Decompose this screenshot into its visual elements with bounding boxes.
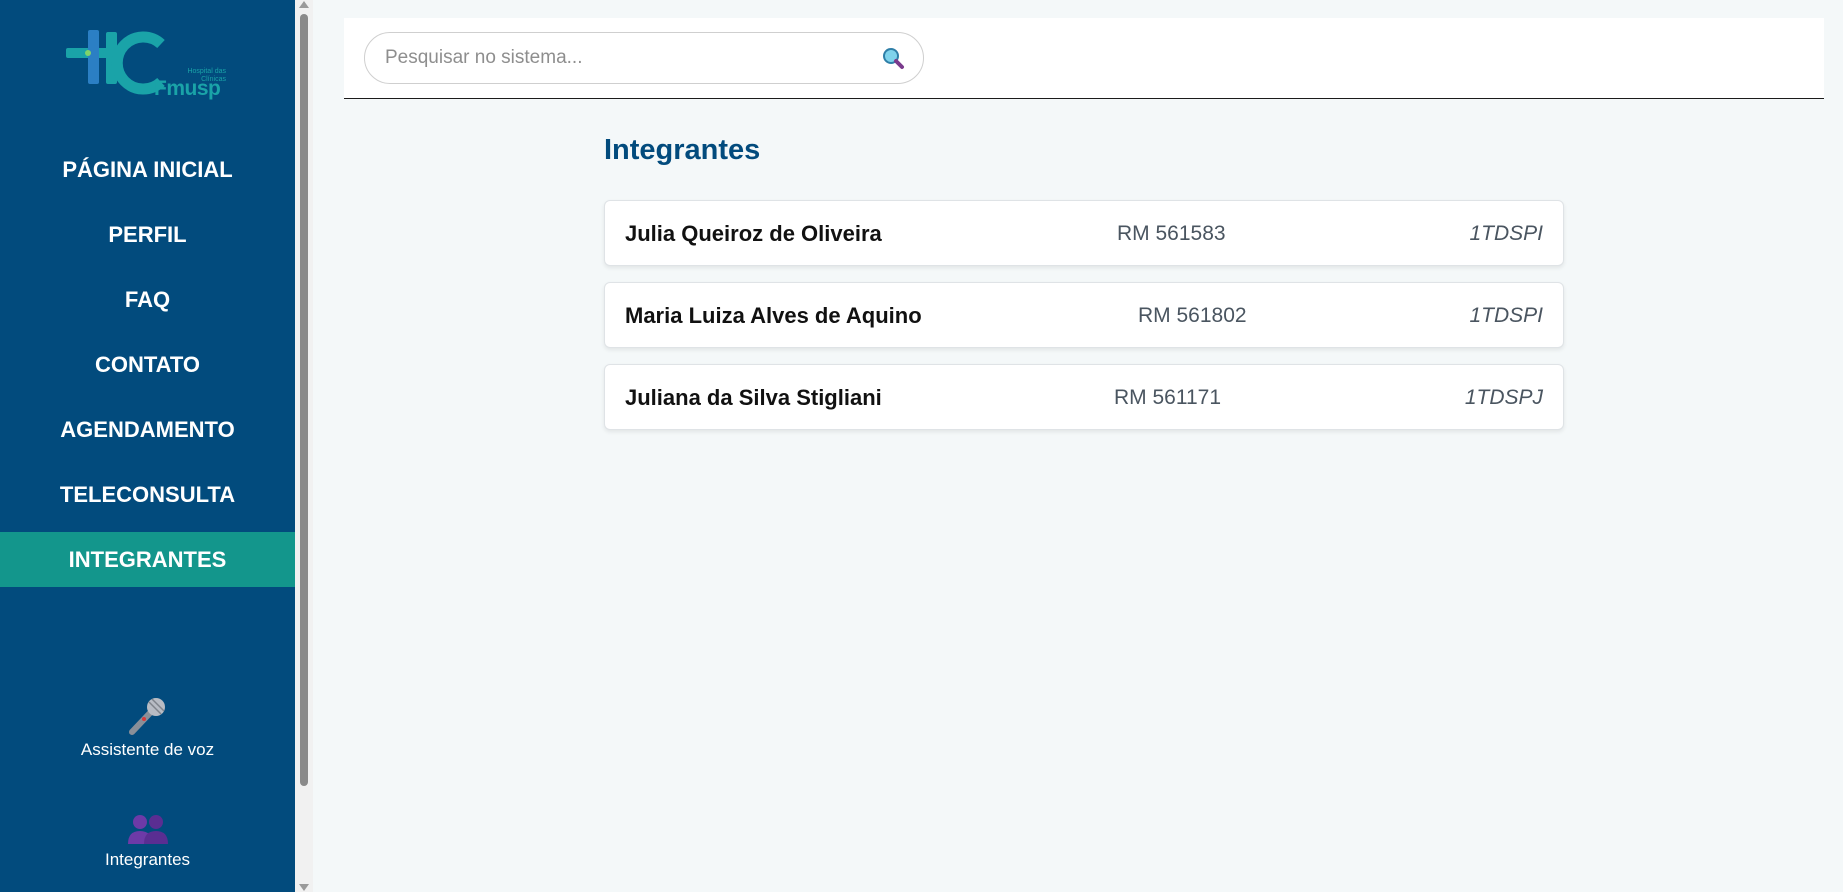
nav-item-contato[interactable]: CONTATO xyxy=(0,337,295,392)
people-icon xyxy=(127,815,168,844)
nav-item-agendamento[interactable]: AGENDAMENTO xyxy=(0,402,295,457)
search-input[interactable] xyxy=(385,47,881,69)
nav-item-pagina-inicial[interactable]: PÁGINA INICIAL xyxy=(0,142,295,197)
members-shortcut-label: Integrantes xyxy=(104,850,191,869)
main-nav: PÁGINA INICIAL PERFIL FAQ CONTATO AGENDA… xyxy=(0,142,295,597)
member-rm: RM 561171 xyxy=(1114,386,1222,409)
member-card: Julia Queiroz de Oliveira RM 561583 1TDS… xyxy=(604,200,1564,266)
microphone-icon xyxy=(128,698,165,735)
members-shortcut-button[interactable]: Integrantes xyxy=(0,814,295,870)
member-rm: RM 561802 xyxy=(1138,304,1247,327)
nav-item-faq[interactable]: FAQ xyxy=(0,272,295,327)
nav-item-teleconsulta[interactable]: TELECONSULTA xyxy=(0,467,295,522)
member-name: Maria Luiza Alves de Aquino xyxy=(625,303,922,328)
search-box xyxy=(364,32,924,84)
scrollbar-thumb[interactable] xyxy=(300,14,308,786)
member-name: Juliana da Silva Stigliani xyxy=(625,385,882,410)
voice-assistant-label: Assistente de voz xyxy=(80,740,215,759)
member-name: Julia Queiroz de Oliveira xyxy=(625,221,882,246)
nav-item-integrantes[interactable]: INTEGRANTES xyxy=(0,532,295,587)
members-list: Julia Queiroz de Oliveira RM 561583 1TDS… xyxy=(604,200,1564,446)
search-icon[interactable] xyxy=(881,46,905,70)
scroll-down-arrow-icon[interactable] xyxy=(299,884,309,891)
member-class: 1TDSPI xyxy=(1469,222,1543,245)
hospital-logo[interactable]: Hospital das Clínicas Fmusp xyxy=(66,30,226,105)
member-class: 1TDSPJ xyxy=(1464,386,1543,409)
logo-wordmark: Fmusp xyxy=(154,77,221,100)
member-card: Juliana da Silva Stigliani RM 561171 1TD… xyxy=(604,364,1564,430)
member-card: Maria Luiza Alves de Aquino RM 561802 1T… xyxy=(604,282,1564,348)
page-title: Integrantes xyxy=(604,134,761,166)
member-rm: RM 561583 xyxy=(1117,222,1226,245)
sidebar: Hospital das Clínicas Fmusp PÁGINA INICI… xyxy=(0,0,295,892)
scroll-up-arrow-icon[interactable] xyxy=(299,1,309,8)
top-bar xyxy=(344,18,1824,99)
nav-item-perfil[interactable]: PERFIL xyxy=(0,207,295,262)
sidebar-scrollbar[interactable] xyxy=(295,0,313,892)
member-class: 1TDSPI xyxy=(1469,304,1543,327)
voice-assistant-button[interactable]: Assistente de voz xyxy=(0,696,295,760)
